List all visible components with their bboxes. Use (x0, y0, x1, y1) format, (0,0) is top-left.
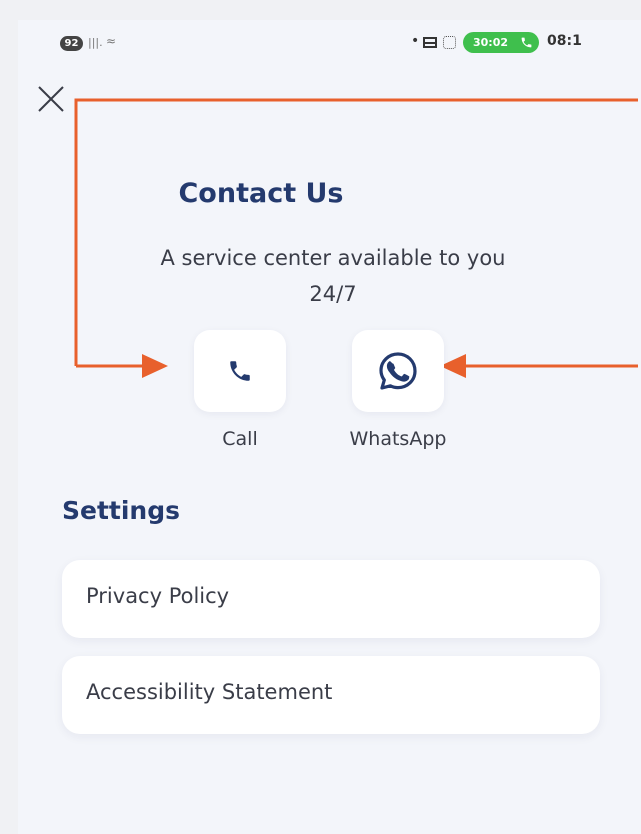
signal-icon: |||. (88, 36, 103, 49)
phone-icon (230, 361, 250, 381)
arrow-head-call (142, 354, 168, 378)
call-label: Call (222, 428, 258, 450)
phone-small-icon (521, 37, 532, 48)
settings-item-accessibility-statement[interactable]: Accessibility Statement (62, 656, 600, 734)
dot-icon: • (411, 33, 420, 49)
app-screen: 92 |||. ≈ • 30:02 08:1 Contact Us A serv… (18, 20, 641, 834)
settings-title: Settings (62, 496, 181, 525)
clock-text: 08:1 (547, 33, 582, 49)
screen-record-icon (443, 36, 456, 49)
call-timer-pill[interactable]: 30:02 (463, 32, 539, 53)
whatsapp-icon (379, 352, 417, 390)
contact-subtitle-line1: A service center available to you (160, 246, 506, 270)
notification-badge: 92 (60, 36, 83, 51)
cast-icon (423, 37, 437, 48)
contact-subtitle: A service center available to you 24/7 (70, 240, 596, 312)
status-bar: 92 |||. ≈ • 30:02 08:1 (18, 20, 641, 64)
close-icon (38, 86, 64, 112)
whatsapp-label: WhatsApp (349, 428, 447, 450)
settings-item-label: Privacy Policy (86, 584, 230, 608)
contact-subtitle-line2: 24/7 (309, 282, 357, 306)
call-button[interactable] (194, 330, 286, 412)
contact-title: Contact Us (178, 178, 344, 209)
call-timer-text: 30:02 (473, 36, 509, 49)
settings-item-privacy-policy[interactable]: Privacy Policy (62, 560, 600, 638)
close-button[interactable] (36, 84, 66, 114)
wifi-icon: ≈ (106, 34, 117, 48)
settings-item-label: Accessibility Statement (86, 680, 333, 704)
whatsapp-button[interactable] (352, 330, 444, 412)
